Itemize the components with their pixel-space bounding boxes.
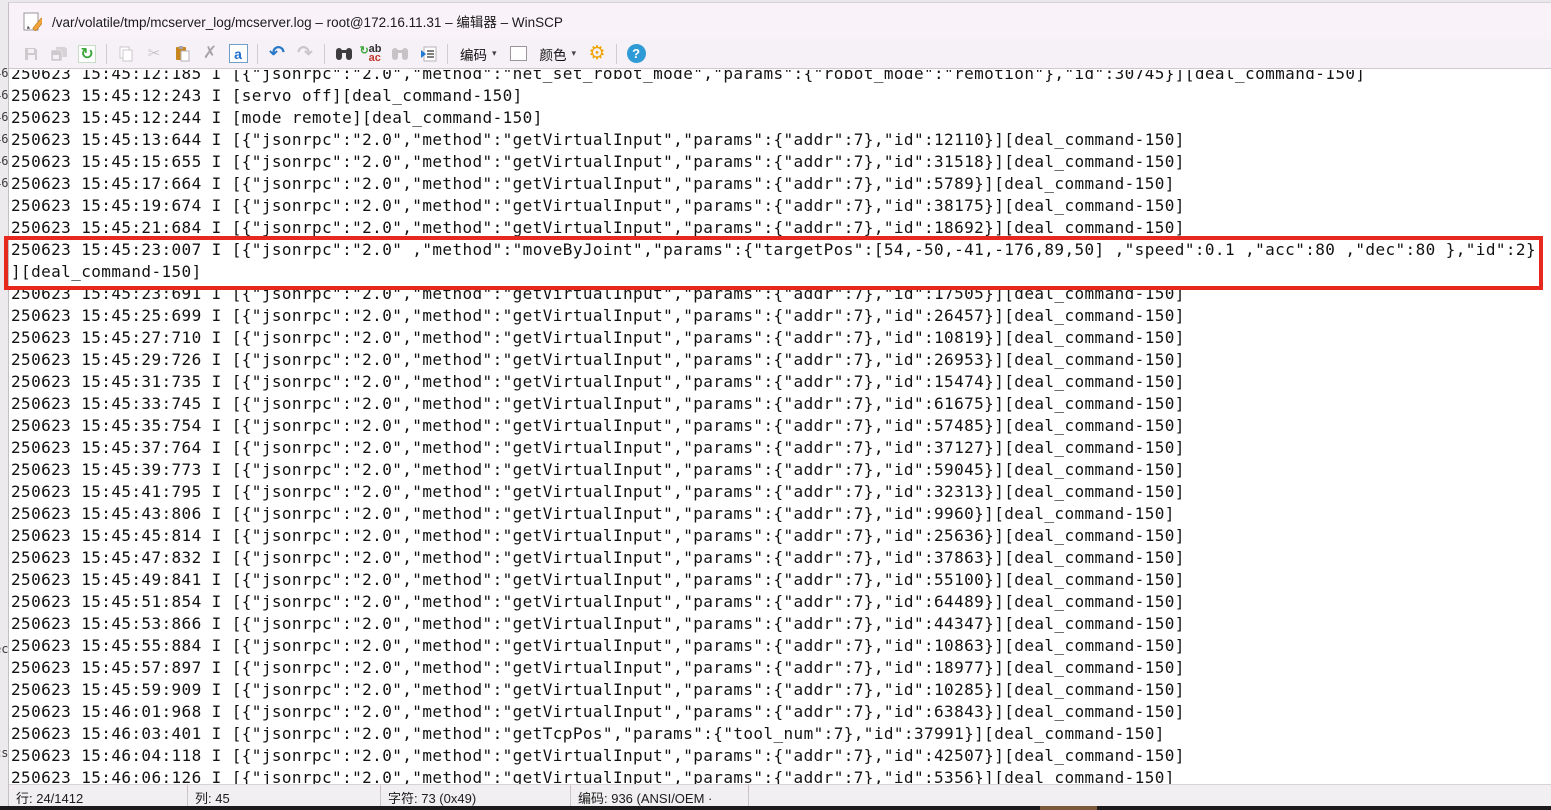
undo-icon: ↶ [269,44,285,63]
log-line: 250623 15:45:23:691 I [{"jsonrpc":"2.0",… [11,283,1551,305]
log-line: 250623 15:45:12:244 I [mode remote][deal… [11,107,1551,129]
redo-icon: ↷ [297,44,313,63]
preferences-button[interactable]: ⚙ [583,41,611,67]
log-line: 250623 15:45:33:745 I [{"jsonrpc":"2.0",… [11,393,1551,415]
cut-button[interactable]: ✂ [140,41,168,67]
log-line: 250623 15:45:59:909 I [{"jsonrpc":"2.0",… [11,679,1551,701]
go-to-line-button[interactable] [414,41,442,67]
toolbar-separator [616,44,617,64]
paste-icon [174,45,190,62]
delete-icon: ✗ [203,45,217,62]
reload-button[interactable]: ↻ [73,41,101,67]
log-line: 250623 15:45:41:795 I [{"jsonrpc":"2.0",… [11,481,1551,503]
save-button[interactable] [17,41,45,67]
log-line: 250623 15:45:12:185 I [{"jsonrpc":"2.0",… [11,70,1551,85]
log-line: 250623 15:45:39:773 I [{"jsonrpc":"2.0",… [11,459,1551,481]
chevron-down-icon: ▾ [492,48,497,59]
gear-icon: ⚙ [589,44,606,63]
color-swatch [510,46,527,61]
select-all-icon: a [229,44,248,63]
find-next-icon [391,46,409,61]
find-icon [335,46,353,61]
encoding-label: 编码 [460,44,487,64]
reload-icon: ↻ [78,45,95,63]
replace-button[interactable]: ↻ ab ac [358,41,386,67]
log-line: ][deal_command-150] [11,261,1551,283]
toolbar-separator [106,44,107,64]
color-label: 颜色 [540,44,567,64]
save-as-button[interactable] [45,41,73,67]
find-next-button[interactable] [386,41,414,67]
log-line: 250623 15:45:43:806 I [{"jsonrpc":"2.0",… [11,503,1551,525]
log-line: 250623 15:45:47:832 I [{"jsonrpc":"2.0",… [11,547,1551,569]
log-line: 250623 15:45:23:007 I [{"jsonrpc":"2.0" … [11,239,1551,261]
log-line: 250623 15:45:29:726 I [{"jsonrpc":"2.0",… [11,349,1551,371]
log-line: 250623 15:45:55:884 I [{"jsonrpc":"2.0",… [11,635,1551,657]
help-icon: ? [627,44,646,63]
status-filler [749,785,1551,806]
log-line: 250623 15:45:25:699 I [{"jsonrpc":"2.0",… [11,305,1551,327]
log-line: 250623 15:45:53:866 I [{"jsonrpc":"2.0",… [11,613,1551,635]
copy-icon [118,46,134,62]
log-line: 250623 15:45:21:684 I [{"jsonrpc":"2.0",… [11,217,1551,239]
log-line: 250623 15:45:12:243 I [servo off][deal_c… [11,85,1551,107]
window-title: /var/volatile/tmp/mcserver_log/mcserver.… [52,11,563,31]
status-encoding: 编码: 936 (ANSI/OEM · [571,785,749,806]
delete-button[interactable]: ✗ [196,41,224,67]
chevron-down-icon: ▾ [572,48,577,59]
save-icon [23,46,39,62]
log-lines: 250623 15:45:12:185 I [{"jsonrpc":"2.0",… [9,70,1551,784]
titlebar: /var/volatile/tmp/mcserver_log/mcserver.… [9,3,1551,39]
toolbar: ↻ ✂ ✗ a ↶ ↷ ↻ ab [9,39,1551,69]
encoding-dropdown[interactable]: 编码 ▾ [453,41,504,67]
status-line-number: 行: 24/1412 [9,785,188,806]
cut-icon: ✂ [148,46,161,61]
log-line: 250623 15:46:04:118 I [{"jsonrpc":"2.0",… [11,745,1551,767]
status-column: 列: 45 [188,785,381,806]
save-as-icon [50,46,68,62]
redo-button[interactable]: ↷ [291,41,319,67]
log-line: 250623 15:45:15:655 I [{"jsonrpc":"2.0",… [11,151,1551,173]
toolbar-separator [324,44,325,64]
copy-button[interactable] [112,41,140,67]
help-button[interactable]: ? [622,41,650,67]
status-bar: 行: 24/1412 列: 45 字符: 73 (0x49) 编码: 936 (… [9,784,1551,806]
find-button[interactable] [330,41,358,67]
color-dropdown[interactable]: 颜色 ▾ [533,41,584,67]
undo-button[interactable]: ↶ [263,41,291,67]
select-all-button[interactable]: a [224,41,252,67]
taskbar-strip [0,806,1551,810]
status-character: 字符: 73 (0x49) [381,785,571,806]
winscp-editor-window: /var/volatile/tmp/mcserver_log/mcserver.… [8,2,1551,806]
log-line: 250623 15:45:31:735 I [{"jsonrpc":"2.0",… [11,371,1551,393]
log-line: 250623 15:46:03:401 I [{"jsonrpc":"2.0",… [11,723,1551,745]
log-line: 250623 15:45:27:710 I [{"jsonrpc":"2.0",… [11,327,1551,349]
toolbar-separator [447,44,448,64]
log-line: 250623 15:45:19:674 I [{"jsonrpc":"2.0",… [11,195,1551,217]
log-line: 250623 15:46:06:126 I [{"jsonrpc":"2.0",… [11,767,1551,784]
log-line: 250623 15:45:17:664 I [{"jsonrpc":"2.0",… [11,173,1551,195]
log-line: 250623 15:45:45:814 I [{"jsonrpc":"2.0",… [11,525,1551,547]
log-line: 250623 15:45:35:754 I [{"jsonrpc":"2.0",… [11,415,1551,437]
taskbar-chip [1040,806,1097,810]
edit-file-icon [23,12,42,31]
editor-text-area[interactable]: 250623 15:45:12:185 I [{"jsonrpc":"2.0",… [9,70,1551,784]
toolbar-separator [257,44,258,64]
paste-button[interactable] [168,41,196,67]
log-line: 250623 15:45:13:644 I [{"jsonrpc":"2.0",… [11,129,1551,151]
log-line: 250623 15:45:37:764 I [{"jsonrpc":"2.0",… [11,437,1551,459]
log-line: 250623 15:45:57:897 I [{"jsonrpc":"2.0",… [11,657,1551,679]
log-line: 250623 15:45:51:854 I [{"jsonrpc":"2.0",… [11,591,1551,613]
log-line: 250623 15:46:01:968 I [{"jsonrpc":"2.0",… [11,701,1551,723]
log-line: 250623 15:45:49:841 I [{"jsonrpc":"2.0",… [11,569,1551,591]
go-to-line-icon [420,46,437,62]
replace-icon: ↻ ab ac [363,45,382,63]
